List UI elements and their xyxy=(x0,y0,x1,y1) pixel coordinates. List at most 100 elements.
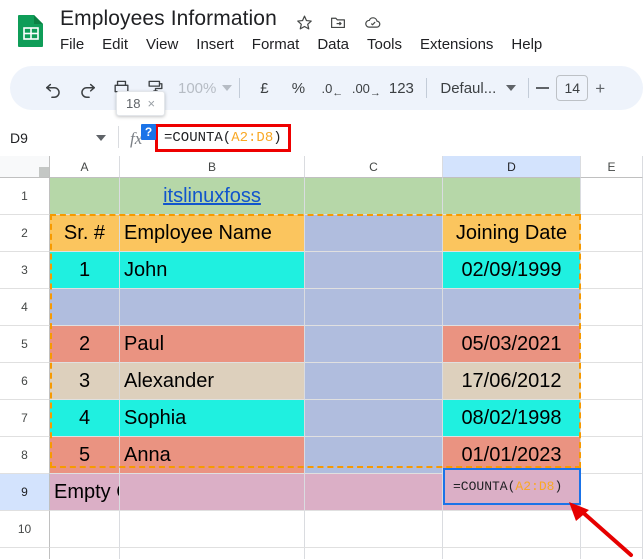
zoom-control[interactable]: 100% xyxy=(174,80,233,97)
cell-d9[interactable] xyxy=(443,474,581,511)
table-row[interactable]: 10 xyxy=(0,511,643,548)
menu-help[interactable]: Help xyxy=(511,36,542,53)
decrease-font-size-button[interactable] xyxy=(536,87,550,89)
cell-a8[interactable]: 5 xyxy=(50,437,120,474)
cell-a9[interactable]: Empty Cells xyxy=(50,474,120,511)
percent-format-button[interactable]: % xyxy=(281,73,315,103)
menu-insert[interactable]: Insert xyxy=(196,36,234,53)
row-header-11[interactable]: 11 xyxy=(0,548,50,559)
increase-decimal-button[interactable]: .00→ xyxy=(349,73,383,103)
cell-e1[interactable] xyxy=(581,178,643,215)
row-header-7[interactable]: 7 xyxy=(0,400,50,437)
menu-format[interactable]: Format xyxy=(252,36,300,53)
table-row[interactable]: 9Empty Cells xyxy=(0,474,643,511)
name-box[interactable]: D9 xyxy=(10,126,110,150)
cell-a6[interactable]: 3 xyxy=(50,363,120,400)
table-row[interactable]: 5 2 Paul 05/03/2021 xyxy=(0,326,643,363)
cell-b1[interactable]: itslinuxfoss xyxy=(120,178,305,215)
redo-icon[interactable] xyxy=(70,73,104,103)
cell-e10[interactable] xyxy=(581,511,643,548)
cell-e3[interactable] xyxy=(581,252,643,289)
table-row[interactable]: 4 xyxy=(0,289,643,326)
cell-c6[interactable] xyxy=(305,363,443,400)
table-row[interactable]: 6 3 Alexander 17/06/2012 xyxy=(0,363,643,400)
row-header-6[interactable]: 6 xyxy=(0,363,50,400)
cell-e6[interactable] xyxy=(581,363,643,400)
cell-c7[interactable] xyxy=(305,400,443,437)
cell-d11[interactable] xyxy=(443,548,581,559)
cloud-saved-icon[interactable] xyxy=(363,14,383,31)
menu-data[interactable]: Data xyxy=(317,36,349,53)
cell-c1[interactable] xyxy=(305,178,443,215)
cell-e4[interactable] xyxy=(581,289,643,326)
cell-e11[interactable] xyxy=(581,548,643,559)
column-header-a[interactable]: A xyxy=(50,156,120,178)
table-row[interactable]: 7 4 Sophia 08/02/1998 xyxy=(0,400,643,437)
cell-d10[interactable] xyxy=(443,511,581,548)
row-header-2[interactable]: 2 xyxy=(0,215,50,252)
row-header-1[interactable]: 1 xyxy=(0,178,50,215)
cell-b6[interactable]: Alexander xyxy=(120,363,305,400)
row-header-4[interactable]: 4 xyxy=(0,289,50,326)
cell-a11[interactable] xyxy=(50,548,120,559)
cell-b11[interactable] xyxy=(120,548,305,559)
menu-edit[interactable]: Edit xyxy=(102,36,128,53)
cell-b8[interactable]: Anna xyxy=(120,437,305,474)
row-header-10[interactable]: 10 xyxy=(0,511,50,548)
cell-e2[interactable] xyxy=(581,215,643,252)
cell-a5[interactable]: 2 xyxy=(50,326,120,363)
menu-extensions[interactable]: Extensions xyxy=(420,36,493,53)
cell-d4[interactable] xyxy=(443,289,581,326)
table-row[interactable]: 3 1 John 02/09/1999 xyxy=(0,252,643,289)
cell-d1[interactable] xyxy=(443,178,581,215)
undo-icon[interactable] xyxy=(36,73,70,103)
cell-b2[interactable]: Employee Name xyxy=(120,215,305,252)
cell-c4[interactable] xyxy=(305,289,443,326)
cell-d3[interactable]: 02/09/1999 xyxy=(443,252,581,289)
cell-d5[interactable]: 05/03/2021 xyxy=(443,326,581,363)
cell-a1[interactable] xyxy=(50,178,120,215)
cell-c9[interactable] xyxy=(305,474,443,511)
cell-b5[interactable]: Paul xyxy=(120,326,305,363)
cell-b4[interactable] xyxy=(120,289,305,326)
cell-b7[interactable]: Sophia xyxy=(120,400,305,437)
formula-help-icon[interactable]: ? xyxy=(141,124,156,140)
cell-a10[interactable] xyxy=(50,511,120,548)
font-size-input[interactable]: 14 xyxy=(556,75,589,101)
table-row[interactable]: 1 itslinuxfoss xyxy=(0,178,643,215)
document-title[interactable]: Employees Information xyxy=(60,7,277,31)
currency-format-button[interactable]: £ xyxy=(247,73,281,103)
table-row[interactable]: 2 Sr. # Employee Name Joining Date xyxy=(0,215,643,252)
cell-a7[interactable]: 4 xyxy=(50,400,120,437)
increase-font-size-button[interactable]: + xyxy=(595,80,605,97)
row-header-8[interactable]: 8 xyxy=(0,437,50,474)
cell-c2[interactable] xyxy=(305,215,443,252)
column-header-e[interactable]: E xyxy=(581,156,643,178)
move-to-folder-icon[interactable] xyxy=(329,14,347,31)
cell-c5[interactable] xyxy=(305,326,443,363)
column-header-d[interactable]: D xyxy=(443,156,581,178)
font-size-tooltip-popup[interactable]: 18 × xyxy=(116,91,166,116)
cell-b9[interactable] xyxy=(120,474,305,511)
row-header-3[interactable]: 3 xyxy=(0,252,50,289)
menu-file[interactable]: File xyxy=(60,36,84,53)
cell-a2[interactable]: Sr. # xyxy=(50,215,120,252)
google-sheets-logo[interactable] xyxy=(14,13,48,49)
row-header-5[interactable]: 5 xyxy=(0,326,50,363)
close-icon[interactable]: × xyxy=(147,96,155,111)
row-header-9[interactable]: 9 xyxy=(0,474,50,511)
more-formats-button[interactable]: 123 xyxy=(383,73,419,103)
cell-c8[interactable] xyxy=(305,437,443,474)
cell-c11[interactable] xyxy=(305,548,443,559)
decrease-decimal-button[interactable]: .0← xyxy=(315,73,349,103)
cell-d6[interactable]: 17/06/2012 xyxy=(443,363,581,400)
cell-e5[interactable] xyxy=(581,326,643,363)
column-header-c[interactable]: C xyxy=(305,156,443,178)
spreadsheet-grid[interactable]: A B C D E 1 itslinuxfoss 2 Sr. # Employee Na… xyxy=(0,156,643,559)
select-all-corner[interactable] xyxy=(0,156,50,178)
table-row[interactable]: 8 5 Anna 01/01/2023 xyxy=(0,437,643,474)
formula-input-highlight[interactable]: =COUNTA(A2:D8) xyxy=(155,124,291,152)
cell-a3[interactable]: 1 xyxy=(50,252,120,289)
cell-b10[interactable] xyxy=(120,511,305,548)
star-icon[interactable] xyxy=(296,14,313,31)
